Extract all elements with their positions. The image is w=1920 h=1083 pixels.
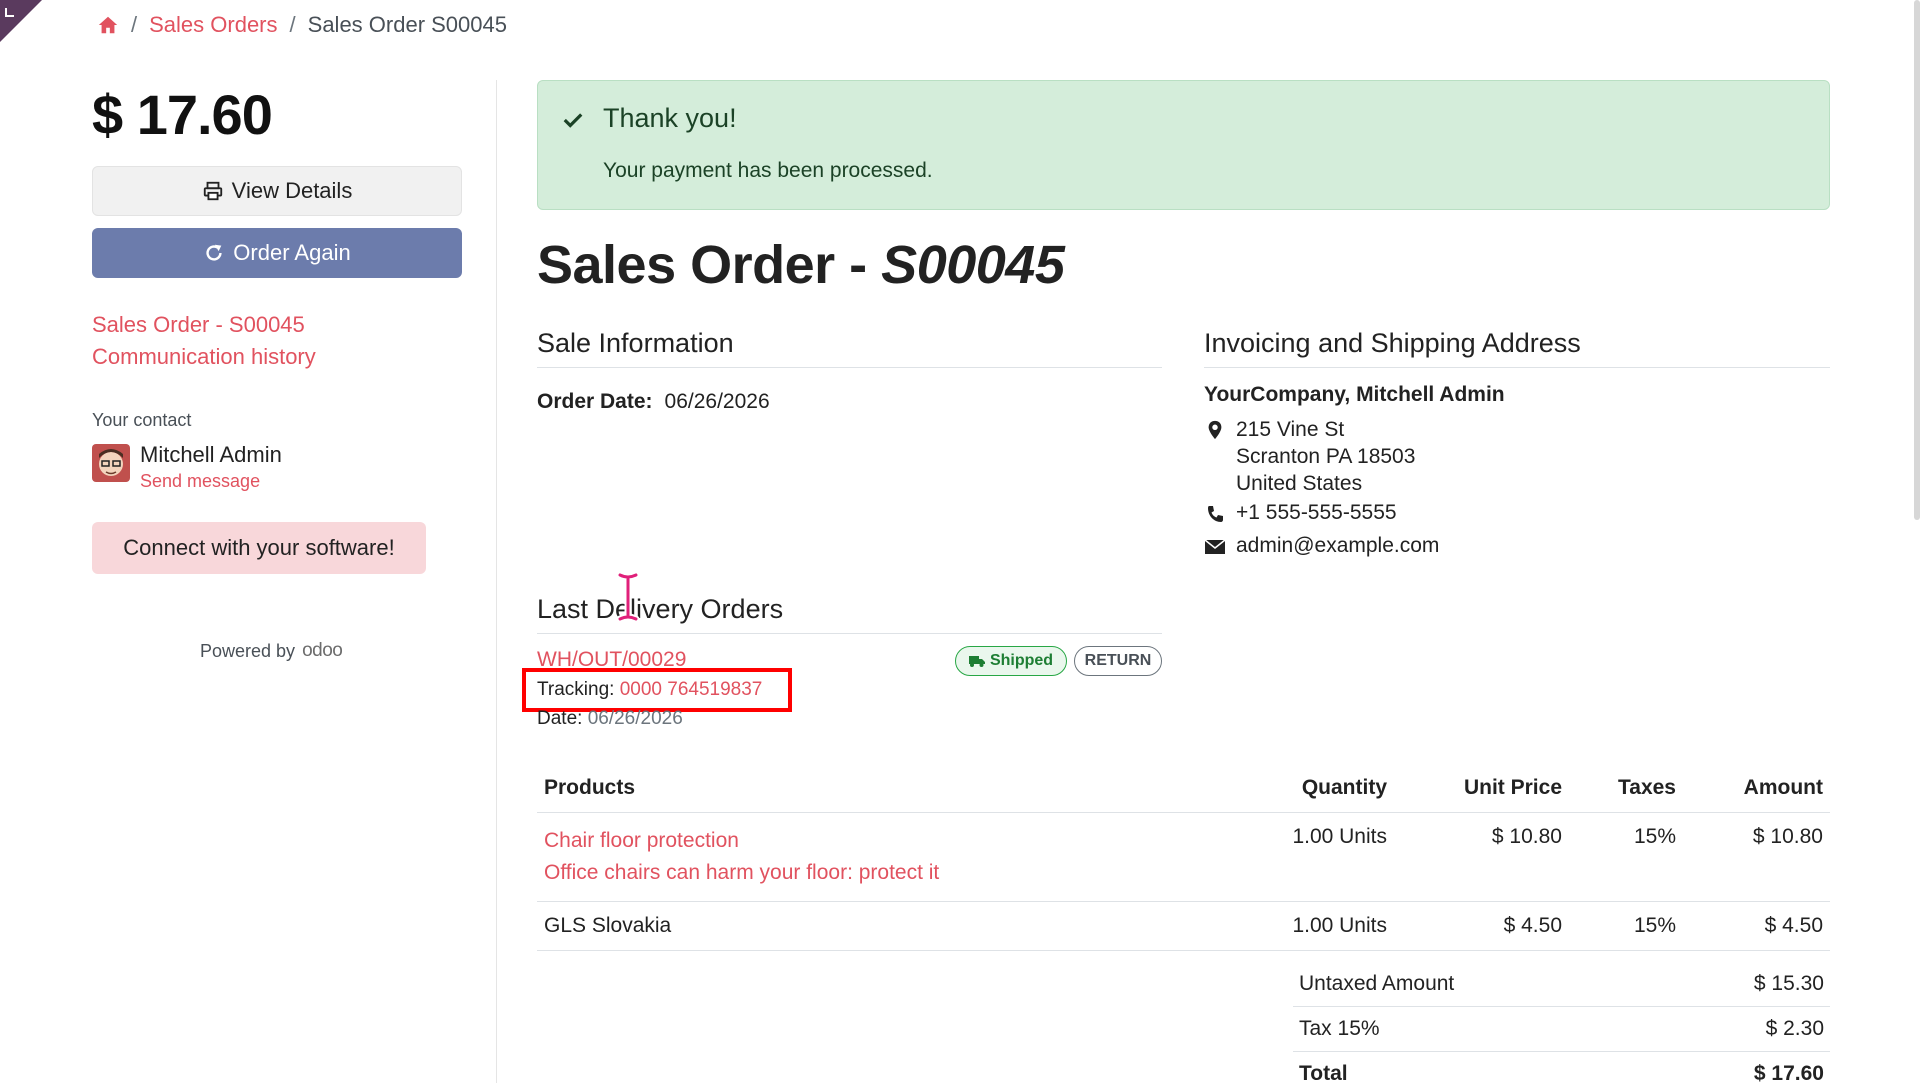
address-email: admin@example.com [1236, 534, 1440, 557]
corner-tab[interactable] [0, 0, 42, 42]
breadcrumb-sales-orders[interactable]: Sales Orders [149, 12, 277, 38]
powered-by-label: Powered by [200, 640, 296, 661]
address-city: Scranton PA 18503 [1236, 445, 1416, 468]
address-heading: Invoicing and Shipping Address [1204, 328, 1830, 368]
col-taxes: Taxes [1569, 768, 1683, 813]
contact-name: Mitchell Admin [140, 442, 282, 467]
tracking-highlight-box [522, 668, 792, 712]
product-cell: GLS Slovakia [537, 901, 1204, 951]
product-link[interactable]: Chair floor protection [544, 825, 1197, 857]
quantity-cell: 1.00 Units [1204, 901, 1394, 951]
col-quantity: Quantity [1204, 768, 1394, 813]
table-row: Chair floor protection Office chairs can… [537, 812, 1830, 902]
order-again-button[interactable]: Order Again [92, 228, 462, 278]
col-unit-price: Unit Price [1394, 768, 1569, 813]
products-header-row: Products Quantity Unit Price Taxes Amoun… [537, 768, 1830, 813]
order-date-value: 06/26/2026 [664, 390, 770, 413]
tax-row: Tax 15% $ 2.30 [1293, 1006, 1830, 1052]
status-badge: Shipped [955, 646, 1067, 676]
status-badge-label: Shipped [989, 652, 1054, 669]
order-amount: $ 17.60 [92, 83, 273, 146]
truck-icon [968, 656, 985, 667]
address-street: 215 Vine St [1236, 418, 1345, 441]
view-details-label: View Details [231, 178, 353, 203]
tax-label: Tax 15% [1293, 1006, 1654, 1052]
map-marker-icon [1208, 420, 1222, 440]
powered-by: Powered by odoo [200, 640, 343, 662]
delivery-date-row: Date: 06/26/2026 [537, 708, 683, 730]
printer-icon [203, 181, 222, 201]
total-value: $ 17.60 [1753, 1062, 1824, 1083]
alert-text: Your payment has been processed. [603, 159, 933, 182]
amount-cell: $ 4.50 [1683, 901, 1830, 951]
contact-label: Your contact [92, 410, 192, 430]
untaxed-label: Untaxed Amount [1293, 962, 1654, 1007]
vertical-divider [496, 80, 497, 1083]
delivery-date-label: Date: [537, 708, 583, 729]
product-cell: Chair floor protection Office chairs can… [537, 812, 1204, 902]
text-cursor-icon [616, 573, 640, 621]
address-phone: +1 555-555-5555 [1236, 501, 1397, 524]
avatar [92, 444, 130, 482]
amount-cell: $ 10.80 [1683, 812, 1830, 902]
refresh-icon [206, 244, 222, 261]
taxes-cell: 15% [1569, 812, 1683, 902]
page-title: Sales Order - S00045 [537, 234, 1065, 296]
connect-software-button[interactable]: Connect with your software! [92, 522, 426, 574]
table-row: GLS Slovakia 1.00 Units $ 4.50 15% $ 4.5… [537, 901, 1830, 951]
order-again-label: Order Again [233, 240, 351, 265]
view-details-button[interactable]: View Details [92, 166, 462, 216]
totals-table: Untaxed Amount $ 15.30 Tax 15% $ 2.30 To… [1293, 962, 1830, 1083]
total-label: Total [1299, 1062, 1348, 1083]
order-date-label: Order Date: [537, 390, 653, 413]
col-amount: Amount [1683, 768, 1830, 813]
breadcrumb-current: Sales Order S00045 [307, 12, 507, 37]
breadcrumb-separator: / [289, 12, 296, 37]
alert-title: Thank you! [603, 103, 737, 133]
phone-icon [1208, 506, 1223, 522]
scrollbar[interactable] [1914, 0, 1920, 520]
delivery-date-value: 06/26/2026 [587, 708, 683, 729]
return-button[interactable]: RETURN [1074, 646, 1162, 676]
address-name: YourCompany, Mitchell Admin [1204, 383, 1505, 406]
send-message-link[interactable]: Send message [140, 471, 260, 492]
tax-value: $ 2.30 [1653, 1006, 1830, 1052]
unit-price-cell: $ 4.50 [1394, 901, 1569, 951]
payment-success-alert: Thank you! Your payment has been process… [537, 80, 1830, 210]
envelope-icon [1204, 539, 1226, 554]
sidebar-link-sales-order[interactable]: Sales Order - S00045 [92, 312, 305, 338]
products-table: Products Quantity Unit Price Taxes Amoun… [537, 768, 1830, 951]
home-icon[interactable] [97, 14, 119, 36]
col-products: Products [537, 768, 1204, 813]
breadcrumb: / Sales Orders / Sales Order S00045 [97, 12, 507, 38]
page-title-prefix: Sales Order - [537, 235, 882, 295]
untaxed-value: $ 15.30 [1653, 962, 1830, 1007]
breadcrumb-separator: / [131, 12, 138, 37]
page-title-ref: S00045 [881, 235, 1065, 295]
product-description-link[interactable]: Office chairs can harm your floor: prote… [544, 857, 1197, 889]
quantity-cell: 1.00 Units [1204, 812, 1394, 902]
address-country: United States [1236, 472, 1363, 495]
order-date-row: Order Date: 06/26/2026 [537, 390, 770, 414]
total-row: Total $ 17.60 [1293, 1052, 1830, 1083]
odoo-logo[interactable]: odoo [302, 640, 343, 662]
sidebar-link-communication-history[interactable]: Communication history [92, 344, 316, 370]
taxes-cell: 15% [1569, 901, 1683, 951]
unit-price-cell: $ 10.80 [1394, 812, 1569, 902]
untaxed-row: Untaxed Amount $ 15.30 [1293, 962, 1830, 1007]
sale-information-heading: Sale Information [537, 328, 1162, 368]
check-icon [563, 113, 583, 128]
